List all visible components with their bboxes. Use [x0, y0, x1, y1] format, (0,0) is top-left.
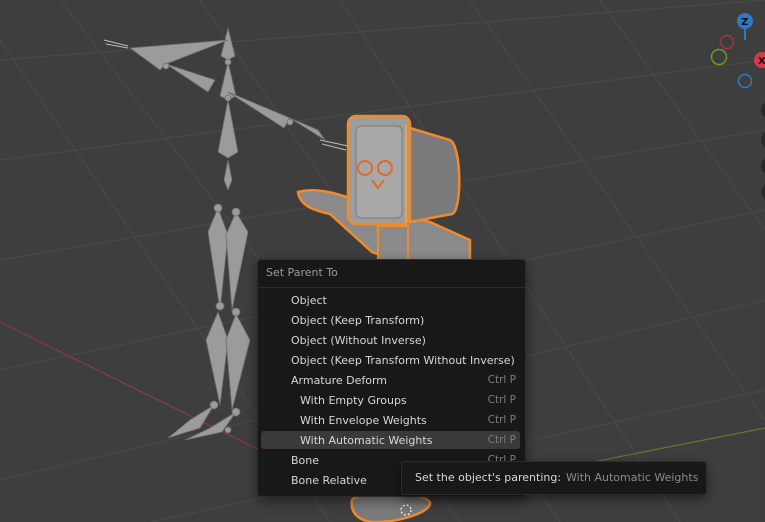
- menu-item-label: Armature Deform: [291, 373, 388, 387]
- menu-item-label: With Envelope Weights: [300, 413, 427, 427]
- menu-separator: [258, 287, 525, 288]
- tooltip: Set the object's parenting: With Automat…: [401, 461, 707, 495]
- gizmo-neg-y-axis[interactable]: [710, 48, 728, 66]
- menu-item-armature-deform[interactable]: Armature Deform Ctrl P: [261, 371, 520, 389]
- menu-item-label: With Empty Groups: [300, 393, 407, 407]
- menu-item-object-keep-transform-without-inverse[interactable]: Object (Keep Transform Without Inverse): [261, 351, 520, 369]
- menu-item-with-automatic-weights[interactable]: With Automatic Weights Ctrl P: [261, 431, 520, 449]
- menu-item-shortcut: Ctrl P: [487, 434, 516, 446]
- menu-item-object-keep-transform[interactable]: Object (Keep Transform): [261, 311, 520, 329]
- menu-item-object-without-inverse[interactable]: Object (Without Inverse): [261, 331, 520, 349]
- menu-item-with-envelope-weights[interactable]: With Envelope Weights Ctrl P: [261, 411, 520, 429]
- menu-item-object[interactable]: Object: [261, 291, 520, 309]
- gizmo-x-label: X: [758, 56, 765, 67]
- menu-item-label: Bone: [291, 453, 320, 467]
- menu-item-label: Object (Without Inverse): [291, 333, 426, 347]
- viewport-nav-buttons[interactable]: [761, 101, 765, 201]
- gizmo-z-label: Z: [741, 17, 748, 28]
- menu-item-with-empty-groups[interactable]: With Empty Groups Ctrl P: [261, 391, 520, 409]
- tooltip-label: Set the object's parenting:: [415, 471, 562, 484]
- navigation-gizmo[interactable]: Z X: [710, 13, 765, 89]
- menu-item-label: With Automatic Weights: [300, 433, 433, 447]
- menu-item-shortcut: Ctrl P: [487, 374, 516, 386]
- menu-item-shortcut: Ctrl P: [487, 414, 516, 426]
- menu-item-label: Object (Keep Transform Without Inverse): [291, 353, 515, 367]
- menu-item-label: Bone Relative: [291, 473, 367, 487]
- 3d-viewport[interactable]: Z X Set Parent To Object Object (Keep Tr…: [0, 0, 765, 522]
- menu-title: Set Parent To: [266, 266, 338, 279]
- menu-item-shortcut: Ctrl P: [487, 394, 516, 406]
- x-axis-line: [0, 321, 301, 471]
- tooltip-value: With Automatic Weights: [566, 471, 699, 484]
- gizmo-neg-x-axis[interactable]: [719, 34, 735, 50]
- menu-item-label: Object (Keep Transform): [291, 313, 425, 327]
- menu-item-label: Object: [291, 293, 327, 307]
- gizmo-neg-z-axis[interactable]: [737, 73, 753, 89]
